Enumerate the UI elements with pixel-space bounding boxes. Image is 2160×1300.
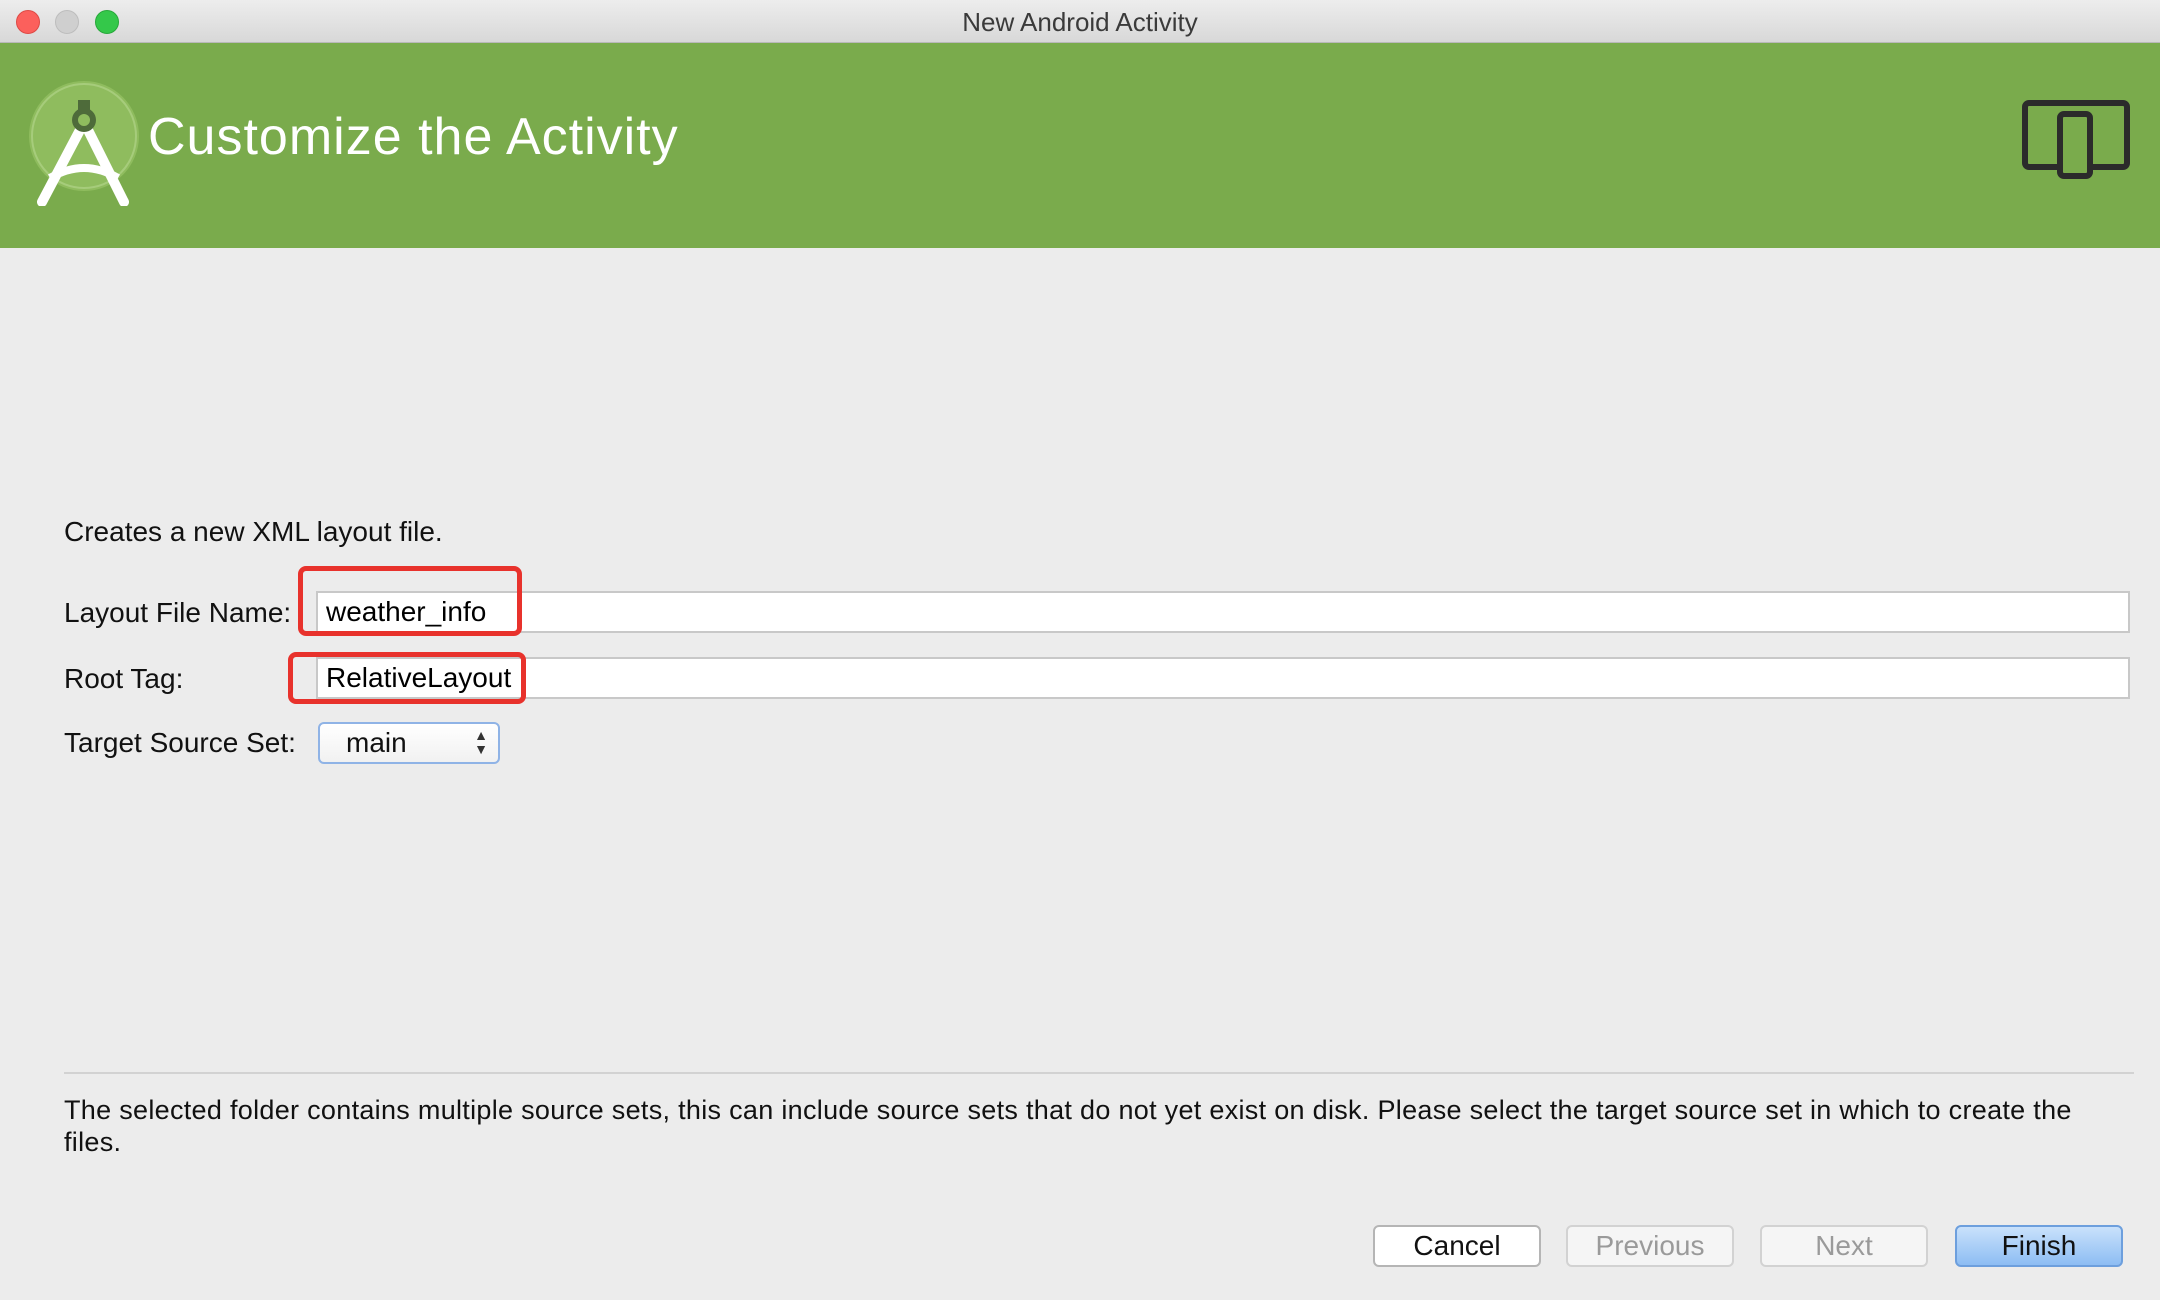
finish-button[interactable]: Finish [1955, 1225, 2123, 1267]
target-source-set-value: main [346, 727, 407, 758]
updown-arrows-icon: ▲ ▼ [474, 727, 488, 757]
highlight-box-layout-name [298, 566, 522, 636]
target-source-set-label: Target Source Set: [64, 727, 296, 758]
root-tag-input[interactable]: RelativeLayout [316, 657, 2130, 699]
window-titlebar: New Android Activity [0, 0, 2160, 43]
footer-divider [64, 1072, 2134, 1074]
form-description: Creates a new XML layout file. [64, 516, 443, 547]
root-tag-label: Root Tag: [64, 663, 184, 694]
tablet-phone-icon [2022, 100, 2130, 179]
header-banner: Customize the Activity [0, 43, 2160, 248]
previous-button[interactable]: Previous [1566, 1225, 1734, 1267]
layout-file-name-input[interactable]: weather_info [316, 591, 2130, 633]
cancel-button[interactable]: Cancel [1373, 1225, 1541, 1267]
page-title: Customize the Activity [148, 108, 679, 166]
window-title: New Android Activity [962, 7, 1198, 37]
target-source-set-select[interactable]: main ▲ ▼ [318, 722, 500, 764]
highlight-box-root-tag [288, 652, 526, 704]
android-studio-logo-icon [29, 81, 139, 206]
next-button[interactable]: Next [1760, 1225, 1928, 1267]
layout-file-name-label: Layout File Name: [64, 597, 292, 628]
source-set-help-text: The selected folder contains multiple so… [64, 1095, 2072, 1157]
